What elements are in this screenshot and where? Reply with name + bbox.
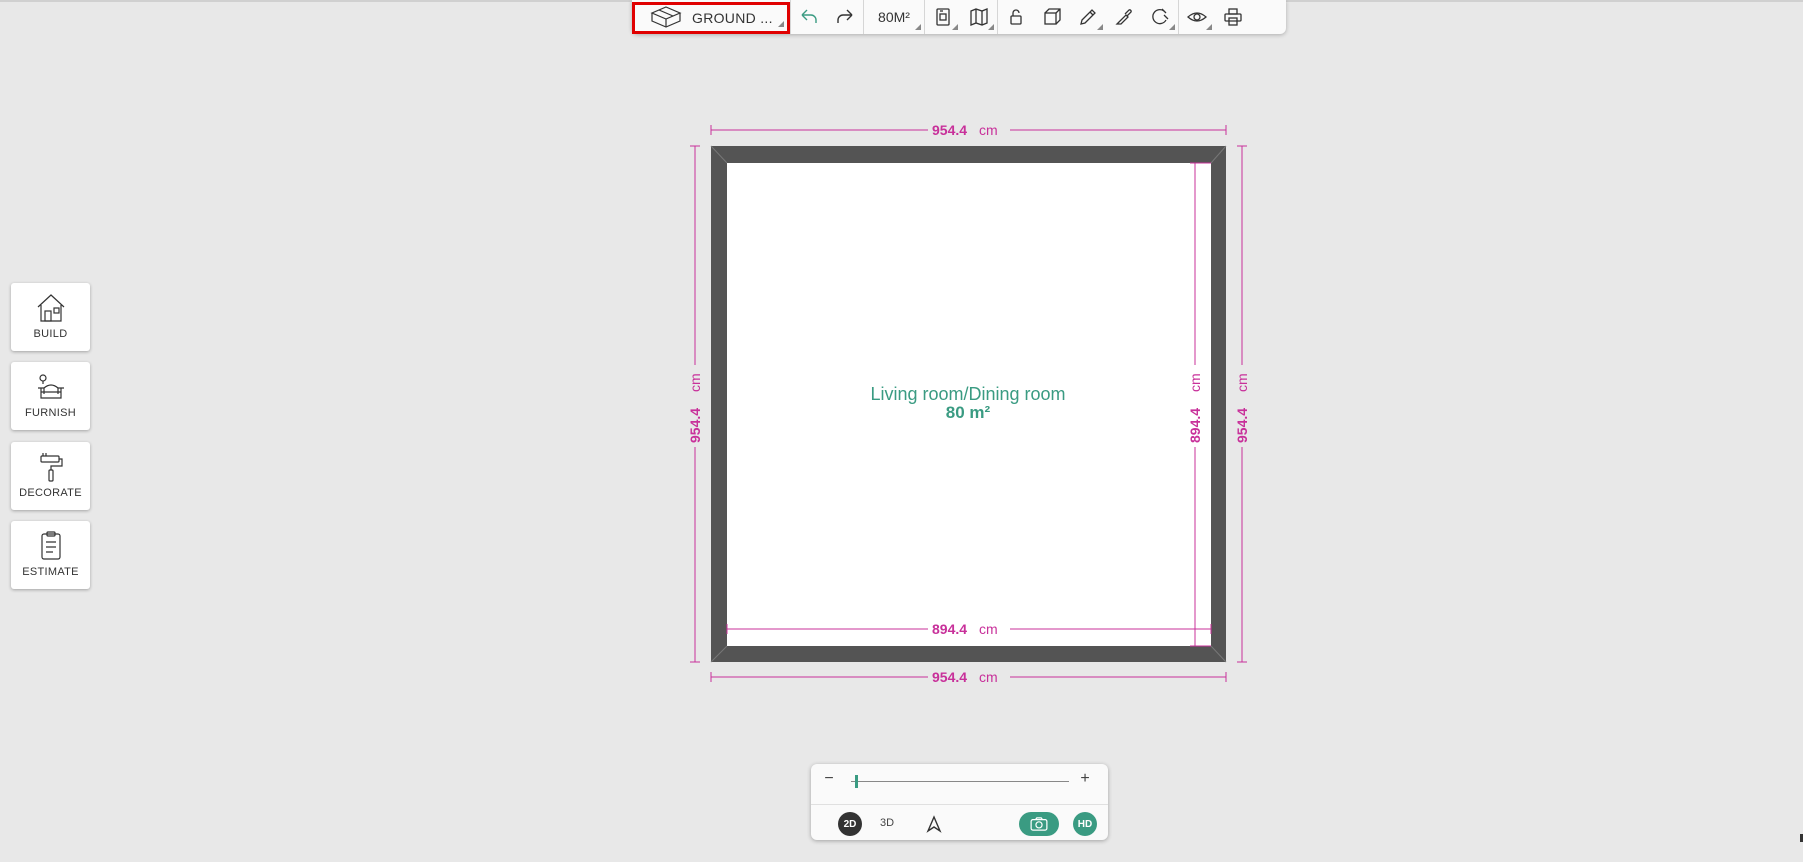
snapshot-button[interactable] (1019, 812, 1059, 836)
area-group: 80M² (864, 0, 925, 34)
history-group (791, 0, 864, 34)
house-icon (37, 294, 64, 322)
level-label: GROUND ... (692, 9, 773, 26)
sidebar-item-build[interactable]: BUILD (11, 283, 90, 351)
lock-button[interactable] (998, 0, 1034, 34)
dropdown-indicator-icon (988, 24, 994, 30)
tools-group (998, 0, 1179, 34)
panel-divider (811, 804, 1108, 805)
sidebar-item-label: BUILD (33, 328, 68, 340)
area-button[interactable]: 80M² (864, 0, 924, 34)
redo-icon (837, 9, 853, 23)
dimension-bottom-inner-unit: cm (979, 621, 998, 637)
zoom-slider-handle[interactable] (855, 775, 859, 788)
pencil-icon (1080, 9, 1096, 25)
map-icon (970, 8, 988, 26)
camera-icon (1030, 817, 1048, 831)
sidebar-item-label: ESTIMATE (22, 566, 79, 578)
dimension-right-inner-unit: cm (1187, 373, 1203, 392)
zoom-in-button[interactable]: + (1077, 770, 1093, 788)
magnet-button[interactable] (1142, 0, 1178, 34)
print-button[interactable] (1215, 0, 1251, 34)
dropdown-indicator-icon (915, 24, 921, 30)
sofa-icon (37, 374, 64, 399)
lock-icon (1010, 9, 1022, 25)
paint-roller-icon (39, 453, 63, 482)
magnet-icon (1152, 8, 1169, 25)
dimension-right-inner-value: 894.4 (1187, 408, 1203, 443)
dropdown-indicator-icon (778, 20, 784, 27)
dimension-bottom-inner-value: 894.4 (932, 621, 967, 637)
room-area-label: 80 m² (946, 403, 991, 422)
dimension-right-outer (1237, 145, 1247, 663)
view-group (1179, 0, 1251, 34)
dimension-bottom-outer (710, 672, 1227, 682)
visibility-button[interactable] (1179, 0, 1215, 34)
print-icon (1224, 8, 1242, 26)
floor-plan-canvas[interactable]: 954.4 cm 954.4 cm 894.4 cm 954.4 cm 954.… (0, 0, 1803, 862)
map-button[interactable] (961, 0, 997, 34)
undo-button[interactable] (791, 0, 827, 34)
sidebar-item-decorate[interactable]: DECORATE (11, 442, 90, 510)
level-icon (650, 5, 682, 28)
view-3d-button[interactable]: 3D (880, 817, 894, 829)
cube-view-button[interactable] (1034, 0, 1070, 34)
eyedropper-icon (1115, 9, 1132, 25)
sidebar-item-label: FURNISH (25, 407, 76, 419)
dimension-bottom-outer-value: 954.4 (932, 669, 967, 685)
level-group: GROUND ... (632, 0, 791, 34)
area-label: 80M² (878, 9, 910, 25)
dimension-left-value: 954.4 (687, 408, 703, 443)
dropdown-indicator-icon (1169, 24, 1175, 30)
view-2d-button[interactable]: 2D (838, 812, 862, 836)
undo-icon (801, 9, 817, 23)
clipboard-icon (40, 531, 61, 560)
dimension-left (690, 145, 700, 663)
sidebar-item-label: DECORATE (19, 487, 82, 499)
dimension-top-unit: cm (979, 122, 998, 138)
sidebar-item-estimate[interactable]: ESTIMATE (11, 521, 90, 589)
dimension-top-value: 954.4 (932, 122, 967, 138)
zoom-out-button[interactable]: − (821, 770, 837, 788)
sidebar-item-furnish[interactable]: FURNISH (11, 362, 90, 430)
dimension-top (710, 125, 1227, 135)
draw-button[interactable] (1070, 0, 1106, 34)
document-icon (936, 8, 950, 26)
dropdown-indicator-icon (1206, 24, 1212, 30)
dimension-left-unit: cm (687, 373, 703, 392)
dropdown-indicator-icon (952, 24, 958, 30)
redo-button[interactable] (827, 0, 863, 34)
room-name-label[interactable]: Living room/Dining room (870, 384, 1065, 404)
eyedropper-button[interactable] (1106, 0, 1142, 34)
eye-icon (1187, 12, 1207, 22)
top-toolbar: GROUND ... 80M² (632, 0, 1286, 34)
compass-icon[interactable] (924, 814, 944, 834)
level-selector-button[interactable]: GROUND ... (632, 1, 790, 34)
dimension-right-outer-value: 954.4 (1234, 408, 1250, 443)
cube-icon (1044, 8, 1061, 25)
zoom-slider-track[interactable] (851, 781, 1069, 782)
view-control-panel: − + 2D 3D HD (811, 764, 1108, 840)
document-group (925, 0, 998, 34)
hd-render-button[interactable]: HD (1073, 812, 1097, 836)
dimension-right-outer-unit: cm (1234, 373, 1250, 392)
document-button[interactable] (925, 0, 961, 34)
dropdown-indicator-icon (1097, 24, 1103, 30)
dimension-bottom-outer-unit: cm (979, 669, 998, 685)
